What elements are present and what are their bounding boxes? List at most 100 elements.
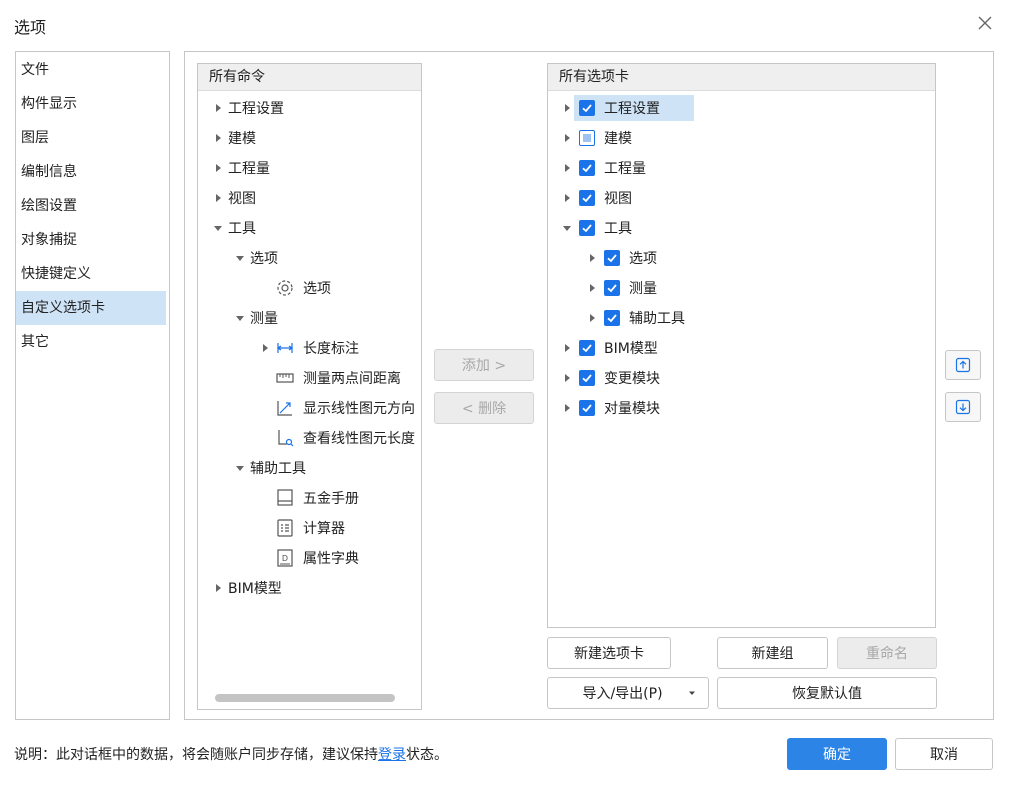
sidebar-item[interactable]: 快捷键定义 <box>16 257 169 291</box>
cancel-button[interactable]: 取消 <box>895 738 993 770</box>
tab-item-工具[interactable]: 工具 <box>560 214 632 242</box>
tree-item-显示线性图元方向[interactable]: 显示线性图元方向 <box>275 394 415 422</box>
expand-arrow-icon[interactable] <box>560 161 574 175</box>
tree-item-查看线性图元长度[interactable]: 查看线性图元长度 <box>275 424 415 452</box>
tab-item-工程设置[interactable]: 工程设置 <box>560 94 660 122</box>
collapse-arrow-icon[interactable] <box>233 461 247 475</box>
checkmark-icon <box>607 314 617 323</box>
tab-item-bim模型[interactable]: BIM模型 <box>560 334 658 362</box>
tab-item-label: 测量 <box>629 281 657 297</box>
checkbox-checked[interactable] <box>579 340 595 356</box>
tab-item-选项[interactable]: 选项 <box>585 244 657 272</box>
collapse-arrow-icon[interactable] <box>560 221 574 235</box>
tree-item-工具[interactable]: 工具 <box>211 214 256 242</box>
checkmark-icon <box>582 224 592 233</box>
expand-arrow-icon[interactable] <box>560 101 574 115</box>
checkmark-icon <box>607 254 617 263</box>
checkbox-checked[interactable] <box>579 190 595 206</box>
ok-button[interactable]: 确定 <box>787 738 887 770</box>
expand-arrow-icon[interactable] <box>211 131 225 145</box>
tree-item-选项[interactable]: 选项 <box>233 244 278 272</box>
expand-arrow-icon[interactable] <box>258 341 272 355</box>
import-export-dropdown[interactable]: 导入/导出(P) <box>547 677 709 709</box>
sidebar-item[interactable]: 其它 <box>16 325 169 359</box>
tree-item-长度标注[interactable]: 长度标注 <box>258 334 359 362</box>
close-icon <box>978 16 992 30</box>
tree-item-建模[interactable]: 建模 <box>211 124 256 152</box>
sidebar-item[interactable]: 绘图设置 <box>16 189 169 223</box>
tab-item-变更模块[interactable]: 变更模块 <box>560 364 660 392</box>
tab-item-视图[interactable]: 视图 <box>560 184 632 212</box>
expand-arrow-icon[interactable] <box>211 101 225 115</box>
footer-note-prefix: 说明：此对话框中的数据，将会随账户同步存储，建议保持 <box>14 747 378 763</box>
checkbox-checked[interactable] <box>604 250 620 266</box>
checkbox-checked[interactable] <box>579 400 595 416</box>
tree-item-属性字典[interactable]: D 属性字典 <box>275 544 359 572</box>
checkbox-checked[interactable] <box>579 160 595 176</box>
tree-item-label: 测量 <box>250 311 278 327</box>
tree-item-视图[interactable]: 视图 <box>211 184 256 212</box>
collapse-arrow-icon[interactable] <box>233 251 247 265</box>
sidebar-item[interactable]: 对象捕捉 <box>16 223 169 257</box>
tree-item-选项[interactable]: 选项 <box>275 274 331 302</box>
tree-item-计算器[interactable]: 计算器 <box>275 514 345 542</box>
expand-arrow-icon[interactable] <box>585 251 599 265</box>
expand-arrow-icon[interactable] <box>211 161 225 175</box>
close-button[interactable] <box>972 10 998 36</box>
checkbox-checked[interactable] <box>604 310 620 326</box>
new-group-button[interactable]: 新建组 <box>717 637 828 669</box>
tree-item-label: BIM模型 <box>228 581 282 597</box>
tree-item-bim模型[interactable]: BIM模型 <box>211 574 282 602</box>
checkbox-checked[interactable] <box>579 370 595 386</box>
tab-item-label: 选项 <box>629 251 657 267</box>
new-tab-button[interactable]: 新建选项卡 <box>547 637 671 669</box>
move-down-button[interactable] <box>945 392 981 422</box>
remove-button[interactable]: < 删除 <box>434 392 534 424</box>
tree-item-辅助工具[interactable]: 辅助工具 <box>233 454 306 482</box>
sidebar-item[interactable]: 编制信息 <box>16 155 169 189</box>
checkbox-checked[interactable] <box>604 280 620 296</box>
expand-arrow-icon[interactable] <box>211 191 225 205</box>
tab-item-label: 变更模块 <box>604 371 660 387</box>
expand-arrow-icon[interactable] <box>585 281 599 295</box>
tree-item-五金手册[interactable]: 五金手册 <box>275 484 359 512</box>
restore-default-button[interactable]: 恢复默认值 <box>717 677 937 709</box>
move-up-button[interactable] <box>945 350 981 380</box>
expand-arrow-icon[interactable] <box>560 401 574 415</box>
checkbox-partial[interactable] <box>579 130 595 146</box>
tree-item-label: 长度标注 <box>303 341 359 357</box>
login-link[interactable]: 登录 <box>378 747 406 763</box>
tree-item-label: 五金手册 <box>303 491 359 507</box>
sidebar-item[interactable]: 文件 <box>16 53 169 87</box>
expand-arrow-icon[interactable] <box>585 311 599 325</box>
tab-item-工程量[interactable]: 工程量 <box>560 154 646 182</box>
checkmark-icon <box>582 164 592 173</box>
tab-item-label: 视图 <box>604 191 632 207</box>
tree-item-测量两点间距离[interactable]: 测量两点间距离 <box>275 364 401 392</box>
horizontal-scrollbar[interactable] <box>215 694 395 702</box>
sidebar-item[interactable]: 构件显示 <box>16 87 169 121</box>
checkbox-checked[interactable] <box>579 100 595 116</box>
tab-item-测量[interactable]: 测量 <box>585 274 657 302</box>
expand-arrow-icon[interactable] <box>560 341 574 355</box>
expand-arrow-icon[interactable] <box>211 581 225 595</box>
checkmark-icon <box>582 104 592 113</box>
collapse-arrow-icon[interactable] <box>211 221 225 235</box>
checkbox-checked[interactable] <box>579 220 595 236</box>
tab-item-label: 工程设置 <box>604 101 660 117</box>
expand-arrow-icon[interactable] <box>560 131 574 145</box>
tree-item-工程设置[interactable]: 工程设置 <box>211 94 284 122</box>
tab-item-辅助工具[interactable]: 辅助工具 <box>585 304 685 332</box>
sidebar-item[interactable]: 图层 <box>16 121 169 155</box>
tab-item-建模[interactable]: 建模 <box>560 124 632 152</box>
expand-arrow-icon[interactable] <box>560 371 574 385</box>
tree-item-工程量[interactable]: 工程量 <box>211 154 270 182</box>
sidebar-item[interactable]: 自定义选项卡 <box>16 291 166 325</box>
expand-arrow-icon[interactable] <box>560 191 574 205</box>
collapse-arrow-icon[interactable] <box>233 311 247 325</box>
tree-item-label: 工具 <box>228 221 256 237</box>
rename-button[interactable]: 重命名 <box>837 637 937 669</box>
add-button[interactable]: 添加 > <box>434 349 534 381</box>
tab-item-对量模块[interactable]: 对量模块 <box>560 394 660 422</box>
tree-item-测量[interactable]: 测量 <box>233 304 278 332</box>
